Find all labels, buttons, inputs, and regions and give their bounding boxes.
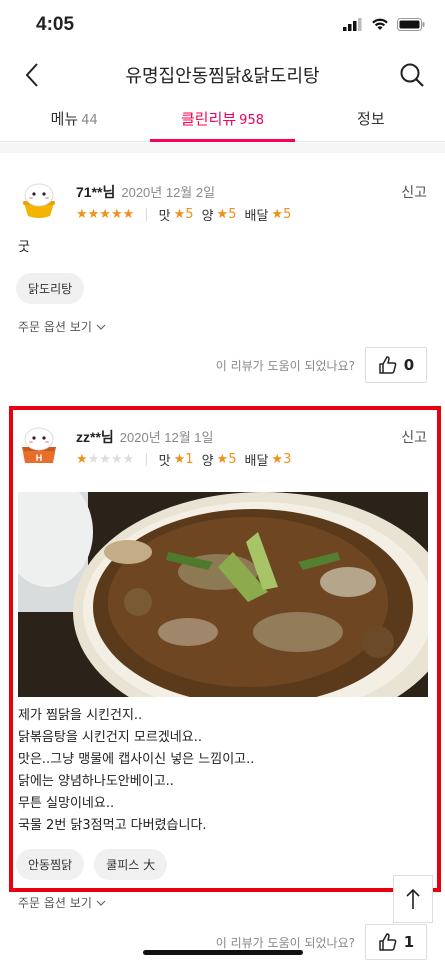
taste-label: 맛 — [158, 209, 171, 224]
like-count: 1 — [403, 933, 415, 951]
tab-count: 958 — [239, 113, 264, 128]
separator: | — [144, 207, 149, 222]
chevron-down-icon — [96, 900, 106, 906]
chevron-down-icon — [96, 324, 106, 330]
like-count: 0 — [403, 356, 415, 374]
report-button[interactable]: 신고 — [401, 182, 427, 202]
menu-tag[interactable]: 닭도리탕 — [16, 273, 85, 304]
amount-label: 양 — [201, 209, 214, 224]
scroll-to-top-button[interactable] — [393, 875, 433, 923]
tab-count: 44 — [81, 113, 98, 128]
review-card: 71**님 2020년 12월 2일 신고 ★★★★★ | 맛 ★ 5 양 ★ 5 배달 ★… — [0, 153, 445, 393]
menu-tags: 닭도리탕 — [16, 273, 85, 304]
star-icon: ★ — [271, 207, 284, 222]
arrow-up-icon — [406, 888, 420, 909]
back-button[interactable] — [18, 60, 48, 90]
nickname-text: 71**님 — [76, 184, 116, 200]
search-icon — [400, 63, 424, 87]
like-button[interactable]: 1 — [365, 924, 427, 960]
star-icon: ★ — [216, 207, 229, 222]
status-bar: 4:05 — [0, 0, 445, 50]
status-time: 4:05 — [36, 14, 75, 35]
tab-info[interactable]: 정보 — [297, 100, 445, 141]
order-option-label: 주문 옵션 보기 — [18, 320, 92, 334]
order-option-label: 주문 옵션 보기 — [18, 896, 92, 910]
tab-menu[interactable]: 메뉴 44 — [0, 100, 148, 141]
section-divider — [0, 143, 445, 153]
tab-label: 정보 — [357, 110, 385, 128]
tab-clean-review[interactable]: 클린리뷰 958 — [148, 100, 296, 142]
delivery-label: 배달 — [244, 209, 269, 224]
tab-label: 클린리뷰 — [180, 110, 237, 128]
tab-bar: 메뉴 44 클린리뷰 958 정보 — [0, 100, 445, 142]
order-option-toggle[interactable]: 주문 옵션 보기 — [18, 894, 106, 911]
rating-row: ★★★★★ | 맛 ★ 5 양 ★ 5 배달 ★ 5 — [76, 205, 299, 224]
tab-label: 메뉴 — [50, 110, 79, 128]
status-icons — [343, 17, 425, 31]
delivery-score: 5 — [283, 207, 292, 222]
top-nav-bar: 유명집안동찜닭&닭도리탕 — [0, 50, 445, 100]
home-indicator[interactable] — [143, 950, 303, 955]
review-date: 2020년 12월 2일 — [121, 185, 216, 200]
taste-score: 5 — [185, 207, 194, 222]
search-button[interactable] — [397, 60, 427, 90]
chevron-left-icon — [25, 63, 38, 87]
battery-icon — [397, 17, 425, 31]
page-title: 유명집안동찜닭&닭도리탕 — [125, 66, 320, 86]
avatar-icon — [23, 183, 55, 218]
star-rating: ★★★★★ — [76, 207, 135, 222]
like-button[interactable]: 0 — [365, 347, 427, 383]
amount-score: 5 — [228, 207, 237, 222]
thumbs-up-icon — [379, 933, 397, 951]
thumbs-up-icon — [379, 356, 397, 374]
review-text: 굿 — [18, 240, 30, 255]
highlight-box — [9, 406, 441, 892]
helpful-row: 이 리뷰가 도움이 되었나요? 0 — [216, 347, 427, 383]
reviewer-nickname: 71**님 2020년 12월 2일 — [76, 182, 215, 202]
helpful-question: 이 리뷰가 도움이 되었나요? — [215, 935, 355, 950]
star-icon: ★ — [173, 207, 186, 222]
helpful-question: 이 리뷰가 도움이 되었나요? — [215, 358, 355, 373]
order-option-toggle[interactable]: 주문 옵션 보기 — [18, 318, 106, 335]
signal-icon — [343, 17, 362, 31]
wifi-icon — [372, 18, 388, 30]
